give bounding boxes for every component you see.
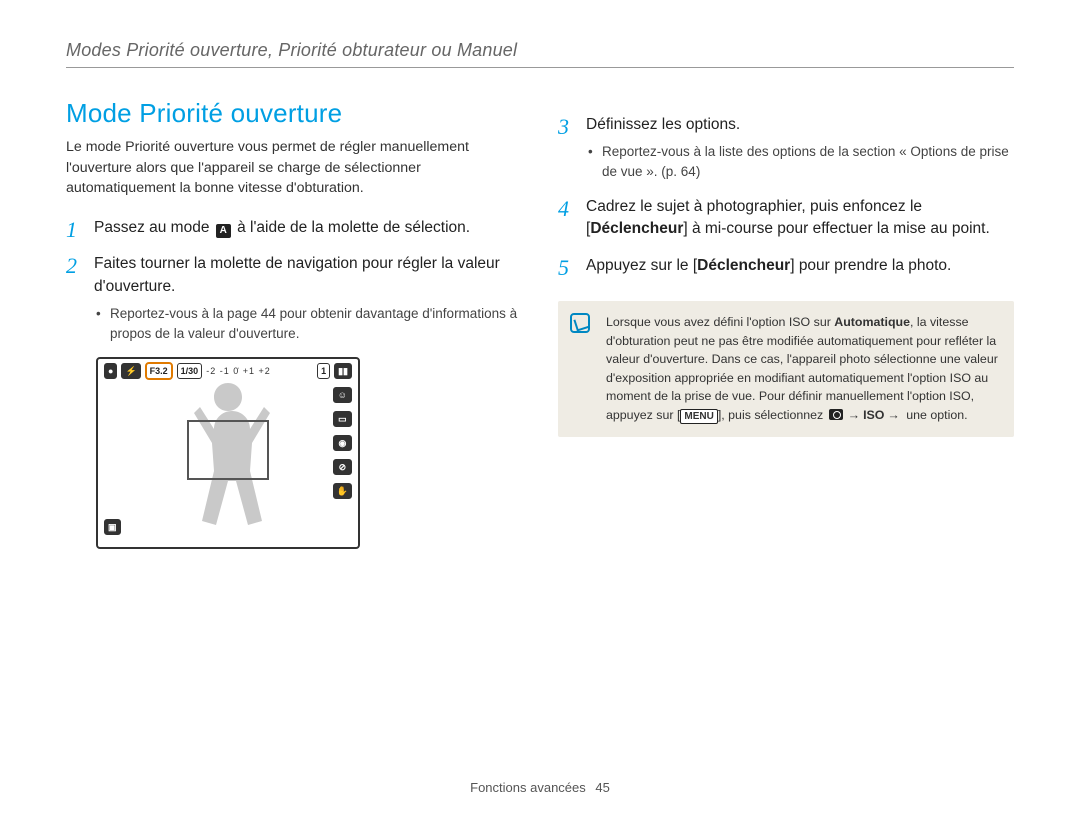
- note-text-mid: , la vitesse d'obturation peut ne pas êt…: [606, 315, 998, 422]
- step-4-text-post: ] à mi-course pour effectuer la mise au …: [683, 220, 989, 237]
- lcd-left-icon: ▣: [104, 519, 121, 535]
- step-5-text-post: ] pour prendre la photo.: [790, 257, 951, 274]
- step-4: Cadrez le sujet à photographier, puis en…: [558, 196, 1014, 241]
- photo-size-icon: ▭: [333, 411, 352, 427]
- header-breadcrumb: Modes Priorité ouverture, Priorité obtur…: [66, 40, 1014, 67]
- drive-mode-icon: ▣: [104, 519, 121, 535]
- page-number: 45: [595, 780, 609, 795]
- step-2-sublist: Reportez-vous à la page 44 pour obtenir …: [94, 298, 522, 343]
- header-divider: [66, 67, 1014, 68]
- mode-a-icon: A: [216, 224, 231, 238]
- step-2: Faites tourner la molette de navigation …: [66, 253, 522, 343]
- step-1-text-post: à l'aide de la molette de sélection.: [233, 219, 470, 236]
- note-text-post2: une option.: [903, 408, 968, 422]
- step-5-shutter-label: Déclencheur: [697, 257, 790, 274]
- note-text-post1: ], puis sélectionnez: [718, 408, 827, 422]
- flash-mode-icon: ⊘: [333, 459, 352, 475]
- mode-indicator-icon: ●: [104, 363, 117, 379]
- menu-button-icon: MENU: [680, 409, 717, 424]
- step-3: Définissez les options. Reportez-vous à …: [558, 114, 1014, 182]
- exposure-scale: -2 -1 0̇ +1 +2: [206, 366, 271, 376]
- shots-remaining: 1: [317, 363, 330, 379]
- right-column: Définissez les options. Reportez-vous à …: [558, 96, 1014, 549]
- arrow-icon-2: →: [887, 408, 899, 422]
- step-3-sublist: Reportez-vous à la liste des options de …: [586, 136, 1014, 181]
- arrow-icon: →: [848, 408, 860, 422]
- left-column: Mode Priorité ouverture Le mode Priorité…: [66, 96, 522, 549]
- flash-charge-icon: ⚡: [121, 363, 140, 379]
- face-detect-icon: ☺: [333, 387, 352, 403]
- battery-icon: ▮▮: [334, 363, 352, 379]
- manual-page: Modes Priorité ouverture, Priorité obtur…: [0, 0, 1080, 815]
- section-intro: Le mode Priorité ouverture vous permet d…: [66, 137, 522, 199]
- step-5: Appuyez sur le [Déclencheur] pour prendr…: [558, 255, 1014, 277]
- section-title: Mode Priorité ouverture: [66, 98, 522, 129]
- step-4-shutter-label: Déclencheur: [590, 220, 683, 237]
- lcd-right-icons: ☺ ▭ ◉ ⊘ ✋: [333, 387, 352, 499]
- note-auto-label: Automatique: [834, 315, 910, 329]
- step-3-sub-item: Reportez-vous à la liste des options de …: [586, 142, 1014, 181]
- metering-icon: ◉: [333, 435, 352, 451]
- step-2-text: Faites tourner la molette de navigation …: [94, 255, 500, 294]
- page-footer: Fonctions avancées 45: [0, 780, 1080, 795]
- step-1-text-pre: Passez au mode: [94, 219, 214, 236]
- focus-frame: [187, 420, 269, 480]
- steps-list-left: Passez au mode A à l'aide de la molette …: [66, 217, 522, 344]
- steps-list-right: Définissez les options. Reportez-vous à …: [558, 114, 1014, 277]
- camera-lcd-illustration: ● ⚡ F3.2 1/30 -2 -1 0̇ +1 +2 1 ▮▮: [96, 357, 360, 549]
- step-2-sub-item: Reportez-vous à la page 44 pour obtenir …: [94, 304, 522, 343]
- aperture-value: F3.2: [145, 362, 173, 380]
- step-5-text-pre: Appuyez sur le [: [586, 257, 697, 274]
- note-icon: [570, 313, 590, 333]
- step-3-text: Définissez les options.: [586, 116, 740, 133]
- camera-icon: [829, 409, 843, 420]
- stabilizer-icon: ✋: [333, 483, 352, 499]
- footer-section-label: Fonctions avancées: [470, 780, 586, 795]
- note-text-pre: Lorsque vous avez défini l'option ISO su…: [606, 315, 834, 329]
- note-iso-label: ISO: [863, 408, 884, 422]
- two-column-layout: Mode Priorité ouverture Le mode Priorité…: [66, 96, 1014, 549]
- step-1: Passez au mode A à l'aide de la molette …: [66, 217, 522, 239]
- note-box: Lorsque vous avez défini l'option ISO su…: [558, 301, 1014, 437]
